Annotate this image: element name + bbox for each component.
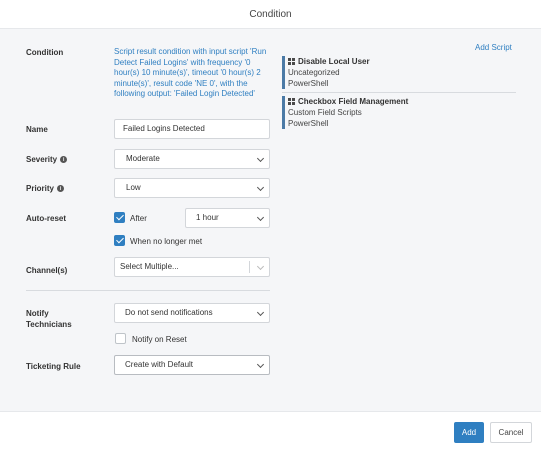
notify-on-reset-label: Notify on Reset: [132, 335, 187, 344]
windows-icon: [288, 58, 295, 65]
select-separator: [249, 261, 250, 273]
add-script-link[interactable]: Add Script: [475, 43, 512, 52]
channels-placeholder: Select Multiple...: [120, 262, 179, 271]
notify-technicians-select[interactable]: Do not send notifications: [114, 303, 270, 323]
notify-on-reset-checkbox[interactable]: [115, 333, 126, 344]
name-input[interactable]: Failed Logins Detected: [114, 119, 270, 139]
notify-technicians-label: Notify Technicians: [26, 309, 72, 329]
severity-label: Severity i: [26, 155, 68, 164]
info-icon[interactable]: i: [57, 185, 65, 192]
chevron-down-icon: [256, 213, 265, 222]
chevron-down-icon: [256, 154, 265, 163]
chevron-down-icon: [256, 183, 265, 192]
auto-reset-after-label: After: [130, 214, 147, 223]
check-icon: [115, 212, 124, 221]
chevron-down-icon: [256, 308, 265, 317]
priority-label: Priority i: [26, 184, 65, 193]
condition-label: Condition: [26, 48, 64, 57]
channels-multiselect[interactable]: Select Multiple...: [114, 257, 270, 277]
chevron-down-icon: [256, 360, 265, 369]
script-category: Custom Field Scripts: [288, 108, 362, 117]
section-divider: [26, 290, 270, 291]
script-divider: [282, 92, 516, 93]
condition-description[interactable]: Script result condition with input scrip…: [114, 47, 276, 100]
info-icon[interactable]: i: [60, 156, 68, 163]
when-no-longer-met-label: When no longer met: [130, 237, 203, 246]
check-icon: [115, 235, 124, 244]
priority-select[interactable]: Low: [114, 178, 270, 198]
add-button[interactable]: Add: [454, 422, 484, 443]
when-no-longer-met-checkbox[interactable]: [114, 235, 125, 246]
script-language: PowerShell: [288, 119, 329, 128]
auto-reset-label: Auto-reset: [26, 214, 67, 223]
auto-reset-after-checkbox[interactable]: [114, 212, 125, 223]
script-title: Disable Local User: [298, 57, 370, 66]
chevron-down-icon: [256, 262, 265, 271]
auto-reset-duration-select[interactable]: 1 hour: [185, 208, 270, 228]
channels-label: Channel(s): [26, 266, 68, 275]
script-title: Checkbox Field Management: [298, 97, 409, 106]
script-language: PowerShell: [288, 79, 329, 88]
dialog-header: Condition: [0, 0, 541, 29]
dialog-title: Condition: [249, 9, 292, 20]
name-label: Name: [26, 125, 48, 134]
script-item-disable-local-user[interactable]: Disable Local User Uncategorized PowerSh…: [282, 56, 516, 89]
severity-select[interactable]: Moderate: [114, 149, 270, 169]
windows-icon: [288, 98, 295, 105]
ticketing-rule-label: Ticketing Rule: [26, 362, 81, 371]
script-item-checkbox-field-management[interactable]: Checkbox Field Management Custom Field S…: [282, 96, 516, 129]
script-category: Uncategorized: [288, 68, 340, 77]
cancel-button[interactable]: Cancel: [490, 422, 532, 443]
ticketing-rule-select[interactable]: Create with Default: [114, 355, 270, 375]
